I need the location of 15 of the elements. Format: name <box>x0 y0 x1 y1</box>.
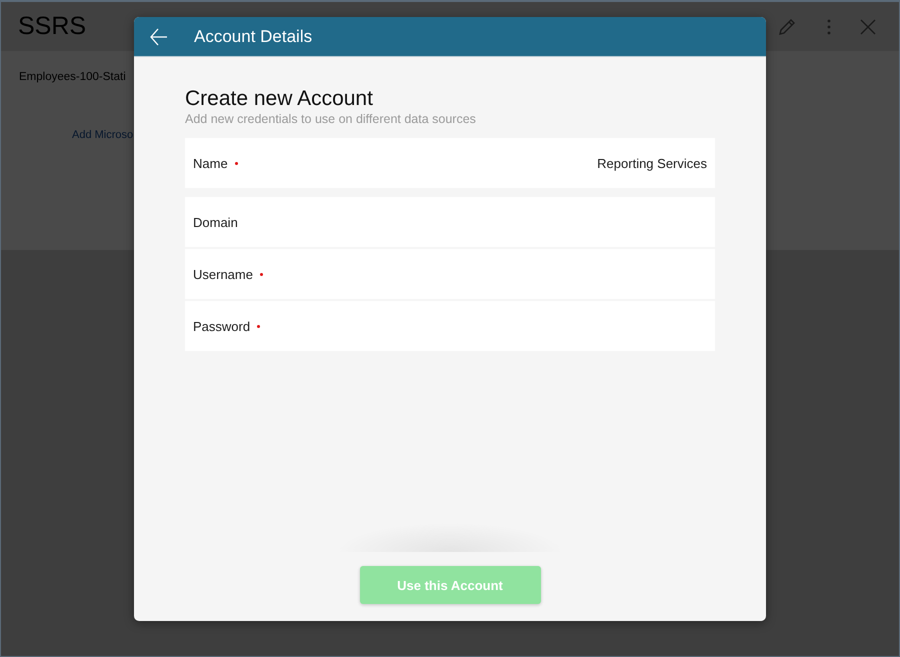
field-label: Name <box>193 156 228 170</box>
close-icon[interactable] <box>860 18 876 34</box>
dialog-title: Account Details <box>194 26 312 46</box>
app-title: SSRS <box>18 12 86 41</box>
form-field[interactable]: Username <box>185 249 715 299</box>
form-field[interactable]: Password <box>185 301 715 351</box>
form-field[interactable]: Name Reporting Services <box>185 138 715 188</box>
form-heading: Create new Account <box>185 87 374 111</box>
field-value: Reporting Services <box>597 156 707 170</box>
field-label: Username <box>193 266 253 282</box>
form-subtitle: Add new credentials to use on different data sources <box>185 112 477 126</box>
field-label: Password <box>193 318 250 334</box>
form-field[interactable]: Domain <box>185 197 715 247</box>
back-arrow-icon[interactable] <box>150 28 168 46</box>
field-label: Domain <box>193 214 238 230</box>
